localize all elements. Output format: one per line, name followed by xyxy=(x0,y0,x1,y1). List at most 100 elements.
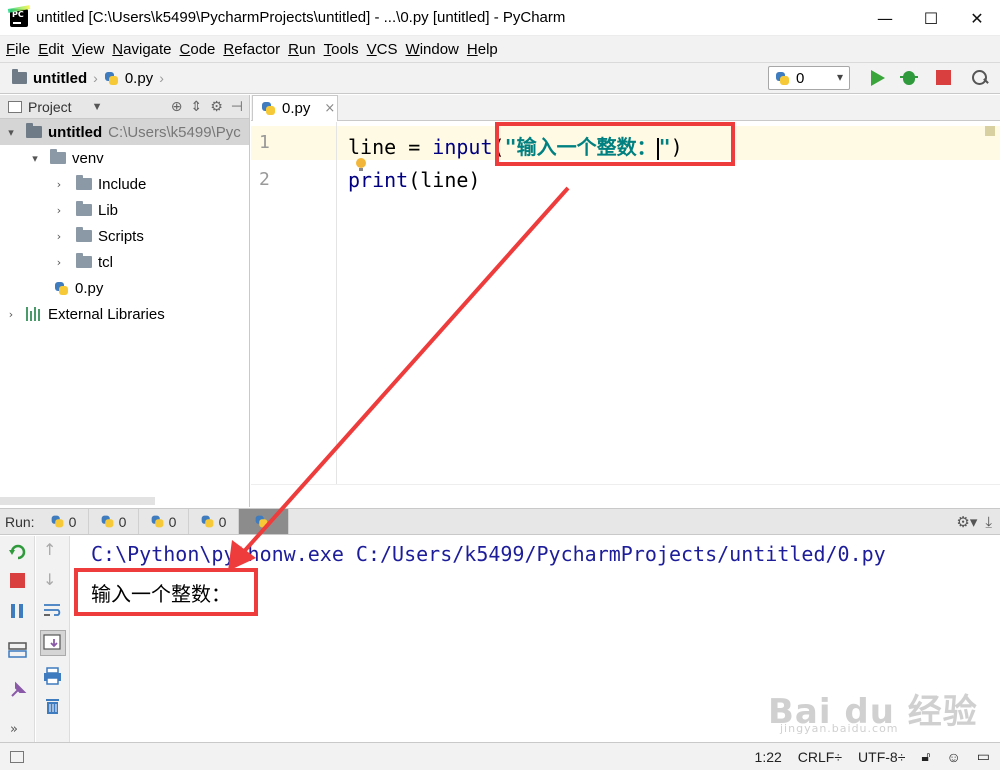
chevron-right-icon[interactable]: › xyxy=(52,178,66,191)
more-icon[interactable]: » xyxy=(10,722,18,737)
print-icon[interactable] xyxy=(43,666,63,686)
maximize-button[interactable]: ☐ xyxy=(908,0,954,36)
run-panel-label: Run: xyxy=(5,513,35,530)
menu-navigate[interactable]: Navigate xyxy=(108,41,175,58)
chevron-right-icon[interactable]: › xyxy=(4,308,18,321)
tree-item-include[interactable]: › Include xyxy=(0,171,249,197)
trash-icon[interactable] xyxy=(43,696,63,716)
line-number: 1 xyxy=(259,132,270,153)
chevron-down-icon[interactable]: ▼ xyxy=(92,101,103,113)
run-toolbar: » xyxy=(0,536,35,742)
run-tab-label: 0 xyxy=(218,513,227,530)
pin-icon[interactable] xyxy=(8,680,28,700)
menu-file[interactable]: File xyxy=(2,41,34,58)
run-configuration-select[interactable]: 0 ▾ xyxy=(768,66,850,90)
chevron-right-icon: › xyxy=(93,70,98,86)
chevron-right-icon[interactable]: › xyxy=(52,256,66,269)
run-tab[interactable]: 0 xyxy=(89,509,139,534)
menu-vcs[interactable]: VCS xyxy=(363,41,402,58)
title-bar: untitled [C:\Users\k5499\PycharmProjects… xyxy=(0,0,1000,36)
run-tab[interactable]: 0 xyxy=(39,509,89,534)
run-configuration-value: 0 xyxy=(796,69,805,87)
stop-button[interactable] xyxy=(934,68,954,88)
chevron-right-icon[interactable]: › xyxy=(52,230,66,243)
search-everywhere-button[interactable] xyxy=(970,68,990,88)
run-tab[interactable]: 0 xyxy=(189,509,239,534)
editor-tab-0-py[interactable]: 0.py × xyxy=(252,95,338,121)
locate-icon[interactable]: ⊕ xyxy=(171,99,183,115)
layout-icon[interactable] xyxy=(8,640,28,660)
console-command-line: C:\Python\pythonw.exe C:/Users/k5499/Pyc… xyxy=(91,542,886,566)
minimize-button[interactable]: — xyxy=(862,0,908,36)
chevron-down-icon[interactable]: ▾ xyxy=(28,152,42,165)
tree-item-0-py[interactable]: 0.py xyxy=(0,275,249,301)
hide-panel-icon[interactable]: ⊣ xyxy=(231,99,243,115)
soft-wrap-icon[interactable] xyxy=(42,600,62,620)
code-line-2[interactable]: print(line) xyxy=(348,168,480,192)
python-file-icon xyxy=(261,101,276,116)
project-view-select[interactable]: Project xyxy=(28,99,72,115)
inspector-icon[interactable]: ☺︎ xyxy=(946,749,960,765)
tree-item-venv[interactable]: ▾ venv xyxy=(0,145,249,171)
tree-item-label: External Libraries xyxy=(48,305,165,323)
libraries-icon xyxy=(26,307,42,321)
close-tab-icon[interactable]: × xyxy=(324,101,335,116)
tree-item-lib[interactable]: › Lib xyxy=(0,197,249,223)
close-button[interactable]: ✕ xyxy=(954,0,1000,36)
python-file-icon xyxy=(104,71,119,86)
hide-panel-icon[interactable]: ⤓ xyxy=(985,513,992,531)
menu-run[interactable]: Run xyxy=(284,41,320,58)
tree-item-scripts[interactable]: › Scripts xyxy=(0,223,249,249)
event-log-icon[interactable]: ▭ xyxy=(977,748,990,765)
tree-item-untitled[interactable]: ▾ untitled C:\Users\k5499\Pyc xyxy=(0,119,249,145)
horizontal-scrollbar[interactable] xyxy=(0,497,155,505)
menu-refactor[interactable]: Refactor xyxy=(219,41,284,58)
collapse-all-icon[interactable]: ⇕ xyxy=(191,99,203,115)
chevron-down-icon[interactable]: ▾ xyxy=(4,126,18,139)
line-separator[interactable]: CRLF÷ xyxy=(798,749,842,765)
menu-tools[interactable]: Tools xyxy=(320,41,363,58)
menu-help[interactable]: Help xyxy=(463,41,502,58)
rerun-icon[interactable] xyxy=(8,542,28,562)
tree-item-path: C:\Users\k5499\Pyc xyxy=(108,123,241,141)
project-tree: ▾ untitled C:\Users\k5499\Pyc ▾ venv › I… xyxy=(0,119,249,327)
tool-window-toggle-icon[interactable] xyxy=(10,750,24,763)
editor-tab-label: 0.py xyxy=(282,100,311,117)
annotation-box-code xyxy=(495,122,735,166)
run-tab[interactable]: 0 xyxy=(139,509,189,534)
tree-item-external-libraries[interactable]: › External Libraries xyxy=(0,301,249,327)
window-title: untitled [C:\Users\k5499\PycharmProjects… xyxy=(36,9,566,26)
folder-icon xyxy=(76,227,92,242)
run-tab-active[interactable] xyxy=(238,509,289,534)
menu-view[interactable]: View xyxy=(68,41,108,58)
chevron-right-icon: › xyxy=(159,70,164,86)
file-encoding[interactable]: UTF-8÷ xyxy=(858,749,905,765)
pause-icon[interactable] xyxy=(9,602,29,622)
down-arrow-icon[interactable]: ↓ xyxy=(43,570,63,590)
tree-item-label: 0.py xyxy=(75,279,104,297)
lock-icon[interactable]: 🔓︎ xyxy=(921,748,930,765)
folder-icon xyxy=(12,69,27,84)
editor-tabs: 0.py × xyxy=(251,95,1000,121)
python-file-icon xyxy=(150,515,164,529)
editor-bottom-area xyxy=(251,484,1000,507)
debug-button[interactable] xyxy=(899,68,919,88)
scroll-to-end-icon[interactable] xyxy=(40,630,66,656)
breadcrumb-project[interactable]: untitled xyxy=(33,70,87,87)
breadcrumb-file[interactable]: 0.py xyxy=(125,70,153,87)
tree-item-label: Include xyxy=(98,175,147,193)
chevron-right-icon[interactable]: › xyxy=(52,204,66,217)
python-file-icon xyxy=(775,71,790,86)
gear-icon[interactable]: ⚙ xyxy=(210,99,223,115)
menu-code[interactable]: Code xyxy=(176,41,220,58)
tree-item-tcl[interactable]: › tcl xyxy=(0,249,249,275)
up-arrow-icon[interactable]: ↑ xyxy=(43,540,63,560)
menu-edit[interactable]: Edit xyxy=(34,41,68,58)
stop-icon[interactable] xyxy=(9,572,29,592)
menu-window[interactable]: Window xyxy=(402,41,463,58)
run-button[interactable] xyxy=(867,68,887,88)
caret-position[interactable]: 1:22 xyxy=(755,749,782,765)
gear-icon[interactable]: ⚙▾ xyxy=(956,513,977,531)
inspection-marker[interactable] xyxy=(985,126,995,136)
lightbulb-icon[interactable] xyxy=(355,158,367,172)
